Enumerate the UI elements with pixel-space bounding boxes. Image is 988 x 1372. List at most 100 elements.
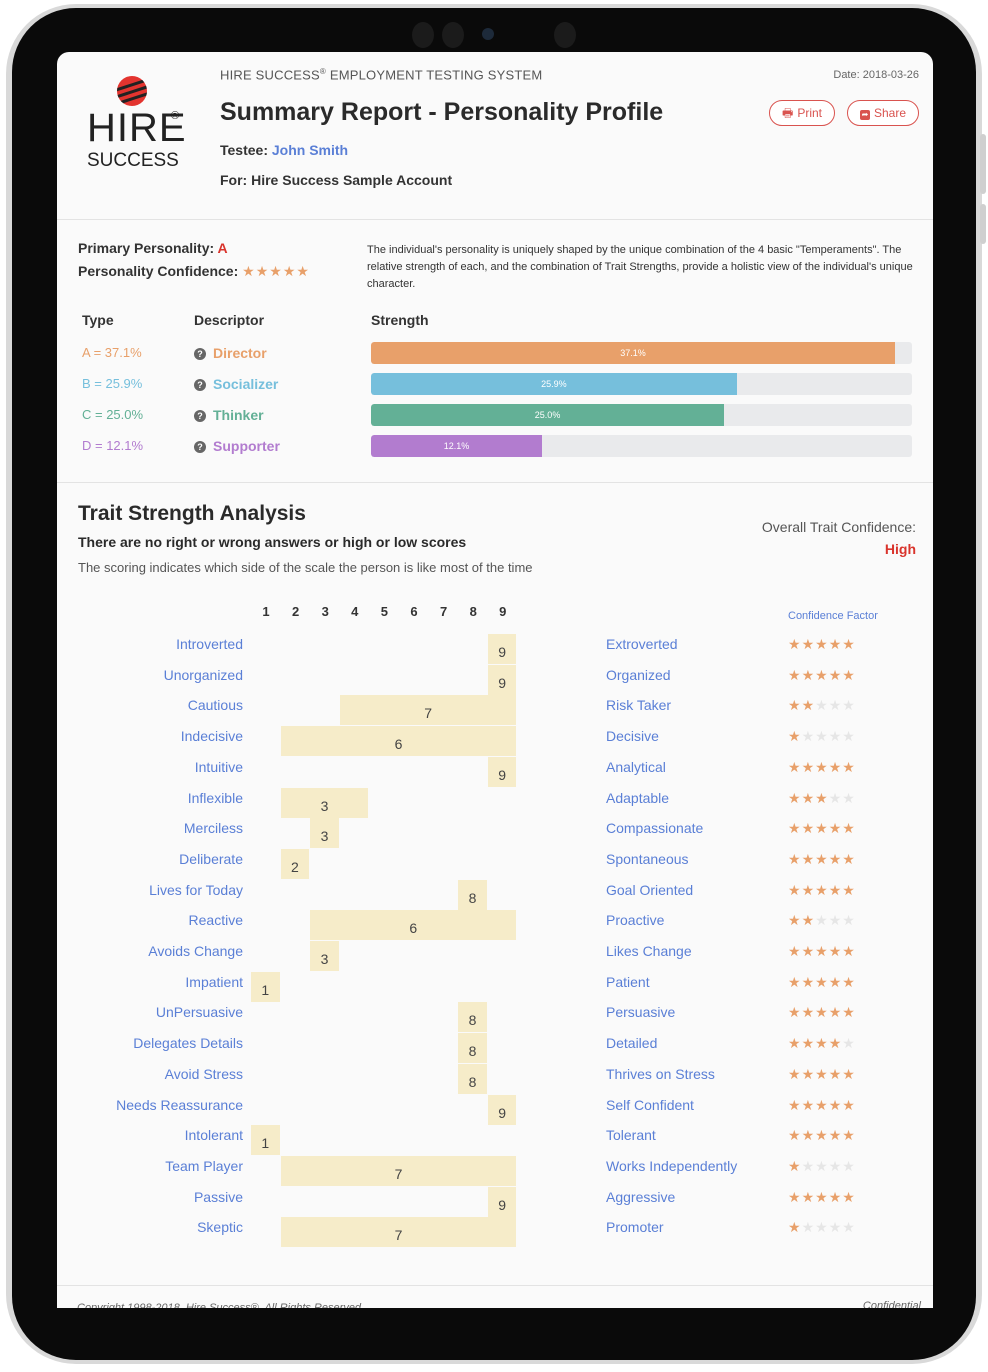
star-icon: ★ (828, 973, 843, 990)
star-icon: ★ (828, 1188, 843, 1205)
question-circle-icon[interactable]: ? (194, 379, 206, 391)
star-icon: ★ (828, 881, 843, 898)
trait-right-label[interactable]: Goal Oriented (606, 882, 693, 898)
star-icon: ★ (842, 1065, 856, 1082)
trait-left-label[interactable]: Reactive (189, 912, 243, 928)
trait-left-label[interactable]: Avoids Change (148, 943, 243, 959)
trait-right-label[interactable]: Likes Change (606, 943, 692, 959)
trait-left-label[interactable]: Indecisive (181, 728, 243, 744)
star-icon: ★ (815, 1188, 829, 1205)
trait-description: The scoring indicates which side of the … (78, 560, 533, 575)
testee-name-link[interactable]: John Smith (272, 142, 348, 158)
trait-score-bar: 3 (310, 941, 339, 971)
star-icon: ★ (828, 850, 843, 867)
trait-right-label[interactable]: Persuasive (606, 1004, 675, 1020)
trait-left-label[interactable]: Lives for Today (149, 882, 243, 898)
star-icon: ★ (842, 697, 856, 714)
trait-right-label[interactable]: Tolerant (606, 1127, 656, 1143)
scale-number: 2 (291, 604, 300, 619)
col-header-descriptor: Descriptor (194, 312, 265, 328)
strength-fill: 25.0% (371, 404, 725, 426)
confidence-stars: ★★★★★ (788, 943, 856, 960)
type-row: C = 25.0%? Thinker 25.0% (57, 403, 933, 427)
trait-right-label[interactable]: Organized (606, 667, 671, 683)
confidence-stars: ★★★★★ (242, 263, 310, 279)
star-icon: ★ (815, 1219, 829, 1236)
confidence-stars: ★★★★★ (788, 1097, 856, 1114)
star-icon: ★ (815, 758, 829, 775)
trait-right-label[interactable]: Detailed (606, 1035, 657, 1051)
trait-right-label[interactable]: Decisive (606, 728, 659, 744)
strength-fill: 12.1% (371, 435, 542, 457)
trait-left-label[interactable]: Inflexible (188, 790, 243, 806)
trait-right-label[interactable]: Analytical (606, 759, 666, 775)
overall-trait-confidence-label: Overall Trait Confidence: (761, 519, 916, 535)
type-descriptor[interactable]: ? Supporter (194, 438, 280, 454)
star-icon: ★ (828, 912, 843, 929)
type-descriptor[interactable]: ? Thinker (194, 407, 264, 423)
star-icon: ★ (788, 697, 802, 714)
trait-left-label[interactable]: Team Player (165, 1158, 243, 1174)
trait-left-label[interactable]: Skeptic (197, 1219, 243, 1235)
star-icon: ★ (815, 820, 829, 837)
trait-score-bar: 1 (251, 1125, 280, 1156)
trait-left-label[interactable]: Deliberate (179, 851, 243, 867)
star-icon: ★ (801, 1188, 816, 1205)
trait-left-label[interactable]: UnPersuasive (156, 1004, 243, 1020)
trait-left-label[interactable]: Intolerant (185, 1127, 243, 1143)
account-line: For: Hire Success Sample Account (220, 172, 453, 188)
star-icon: ★ (242, 263, 256, 279)
star-icon: ★ (282, 263, 297, 279)
print-label: Print (797, 106, 822, 120)
star-icon: ★ (842, 820, 856, 837)
trait-left-label[interactable]: Needs Reassurance (116, 1097, 243, 1113)
primary-personality: Primary Personality: A (78, 240, 228, 256)
trait-right-label[interactable]: Proactive (606, 912, 664, 928)
trait-left-label[interactable]: Introverted (176, 636, 243, 652)
star-icon: ★ (296, 263, 310, 279)
trait-left-label[interactable]: Merciless (184, 820, 243, 836)
sensor-icon (554, 22, 576, 48)
trait-score-bar: 6 (280, 726, 517, 757)
trait-right-label[interactable]: Works Independently (606, 1158, 737, 1174)
trait-left-label[interactable]: Intuitive (195, 759, 243, 775)
trait-score-bar: 8 (458, 1033, 487, 1064)
logo-registered: ® (171, 110, 180, 122)
star-icon: ★ (815, 1127, 829, 1144)
trait-left-label[interactable]: Passive (194, 1189, 243, 1205)
trait-left-label[interactable]: Avoid Stress (165, 1066, 243, 1082)
question-circle-icon[interactable]: ? (194, 410, 206, 422)
trait-right-label[interactable]: Adaptable (606, 790, 669, 806)
trait-row: Passive 9 Aggressive ★★★★★ (57, 1186, 933, 1217)
trait-right-label[interactable]: Extroverted (606, 636, 678, 652)
star-icon: ★ (828, 728, 843, 745)
trait-right-label[interactable]: Patient (606, 974, 650, 990)
trait-right-label[interactable]: Self Confident (606, 1097, 694, 1113)
print-button[interactable]: 🖶 Print (768, 100, 835, 126)
star-icon: ★ (801, 758, 816, 775)
trait-left-label[interactable]: Impatient (185, 974, 243, 990)
star-icon: ★ (815, 912, 829, 929)
trait-left-label[interactable]: Delegates Details (133, 1035, 243, 1051)
scale-number: 3 (321, 604, 329, 619)
trait-row: Avoids Change 3 Likes Change ★★★★★ (57, 941, 933, 971)
star-icon: ★ (842, 881, 856, 898)
trait-right-label[interactable]: Spontaneous (606, 851, 689, 867)
trait-right-label[interactable]: Compassionate (606, 820, 703, 836)
trait-right-label[interactable]: Promoter (606, 1219, 664, 1235)
confidence-stars: ★★★★★ (788, 636, 856, 653)
share-button[interactable]: ➦ Share (846, 100, 919, 126)
star-icon: ★ (788, 1219, 802, 1236)
trait-right-label[interactable]: Thrives on Stress (606, 1066, 715, 1082)
trait-right-label[interactable]: Risk Taker (606, 697, 671, 713)
star-icon: ★ (842, 636, 856, 652)
trait-left-label[interactable]: Unorganized (164, 667, 243, 683)
trait-left-label[interactable]: Cautious (188, 697, 243, 713)
trait-right-label[interactable]: Aggressive (606, 1189, 675, 1205)
type-descriptor[interactable]: ? Director (194, 345, 267, 361)
scale-number: 5 (380, 604, 388, 619)
question-circle-icon[interactable]: ? (194, 441, 206, 453)
trait-row: Merciless 3 Compassionate ★★★★★ (57, 818, 933, 849)
question-circle-icon[interactable]: ? (194, 348, 206, 360)
type-descriptor[interactable]: ? Socializer (194, 376, 278, 392)
